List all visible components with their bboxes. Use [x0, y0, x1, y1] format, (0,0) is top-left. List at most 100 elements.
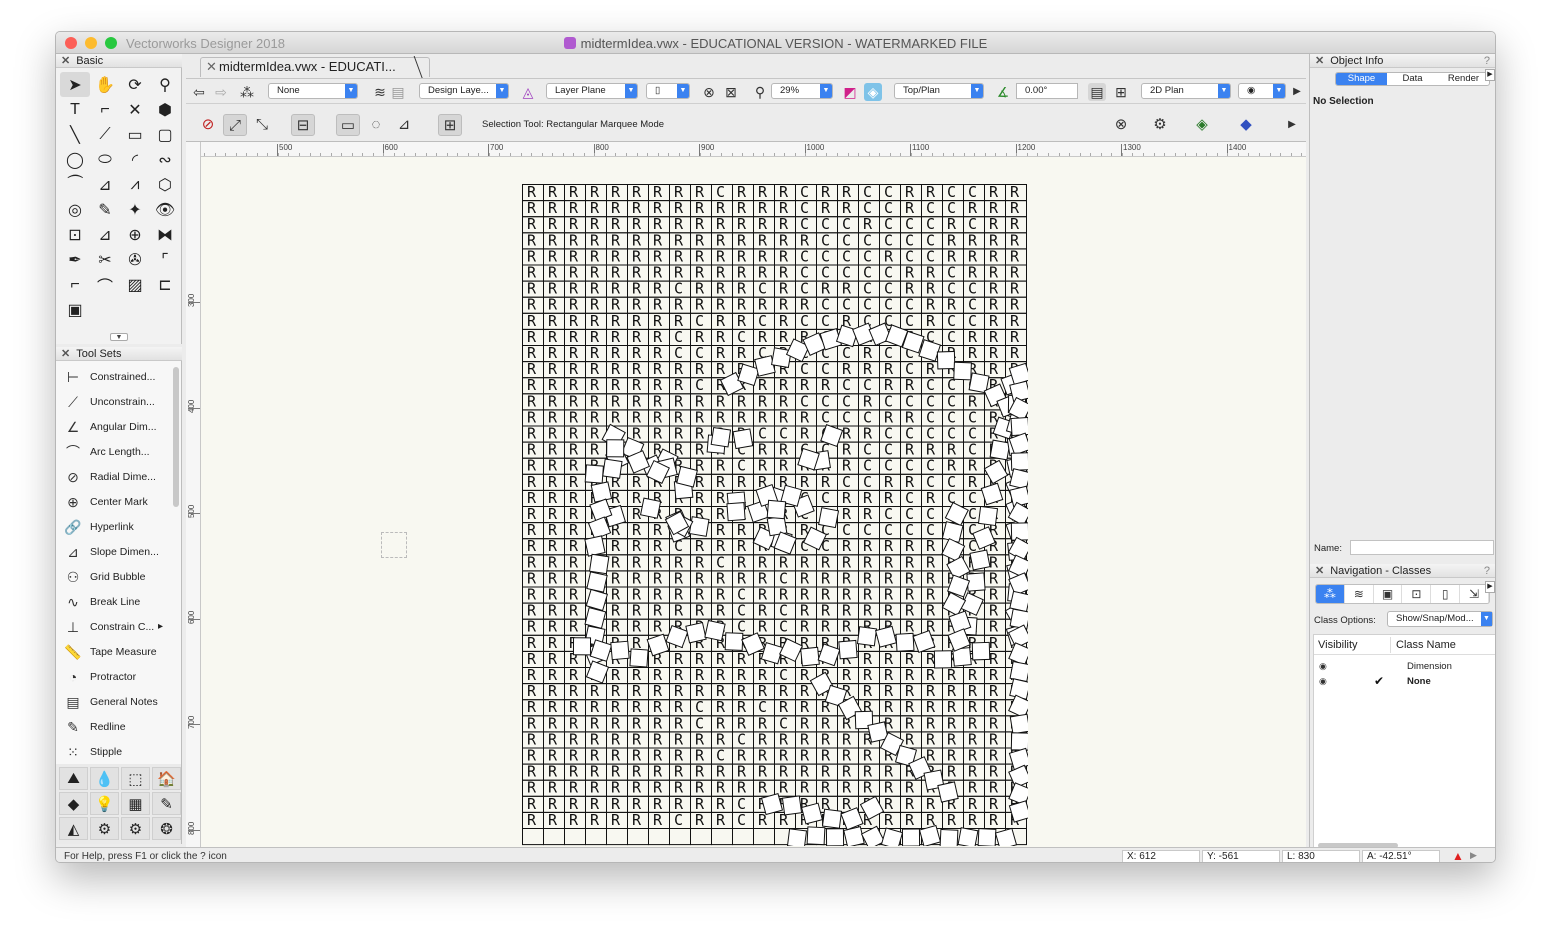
fit-to-objects-icon[interactable]: ⊗: [700, 83, 718, 101]
reshape-tool-icon[interactable]: ✒: [60, 247, 90, 272]
active-class-select[interactable]: None ▼: [268, 83, 358, 99]
rectangle-tool-icon[interactable]: ▭: [120, 122, 150, 147]
angle-input[interactable]: 0.00°: [1016, 83, 1078, 99]
offset-tool-icon[interactable]: ⊏: [150, 272, 180, 297]
landscape-set-icon[interactable]: 💧: [90, 767, 119, 790]
top-ruler[interactable]: 500 600 700 800 900 1000 1100 1200 1300 1400: [201, 142, 1306, 157]
snap-settings-icon[interactable]: ⊗: [1109, 114, 1133, 136]
x-coordinate-field[interactable]: X: 612: [1122, 850, 1200, 862]
plane-select[interactable]: Layer Plane ▼: [546, 83, 638, 99]
push-pull-tool-icon[interactable]: ⬢: [150, 97, 180, 122]
flyover-tool-icon[interactable]: ⟳: [120, 72, 150, 97]
tool-sets-scrollbar[interactable]: [173, 367, 179, 507]
building-shell-set-icon[interactable]: ⬚: [121, 767, 150, 790]
class-options-select[interactable]: Show/Snap/Mod... ▼: [1387, 611, 1493, 627]
tool-sets-header[interactable]: ✕ Tool Sets: [56, 347, 182, 361]
length-field[interactable]: L: 830: [1282, 850, 1360, 862]
layers-icon[interactable]: ≋: [371, 83, 389, 101]
gear-icon[interactable]: ⚙: [1148, 114, 1172, 136]
projection-icon[interactable]: ⊞: [1112, 83, 1130, 101]
spiral-tool-icon[interactable]: ◎: [60, 197, 90, 222]
expand-arrow-icon[interactable]: ▶: [1280, 114, 1304, 136]
sheet-layers-mode-icon[interactable]: ▣: [1374, 585, 1403, 603]
rounded-rectangle-tool-icon[interactable]: ▢: [150, 122, 180, 147]
rotate-tool-icon[interactable]: ⊕: [120, 222, 150, 247]
close-tab-icon[interactable]: ✕: [206, 58, 217, 76]
callout-tool-icon[interactable]: ⌐: [90, 97, 120, 122]
selection-preferences-icon[interactable]: ⊞: [438, 114, 462, 136]
circle-tool-icon[interactable]: ◯: [60, 147, 90, 172]
left-ruler[interactable]: 300 400 500 600 700 800: [186, 142, 201, 847]
chamfer-tool-icon[interactable]: ⌒: [90, 272, 120, 297]
tool-arc-length[interactable]: ⌒ Arc Length...: [62, 440, 174, 464]
close-palette-icon[interactable]: ✕: [1315, 55, 1324, 67]
cloud-icon[interactable]: ◆: [1234, 114, 1258, 136]
tool-redline[interactable]: ✎ Redline: [62, 715, 174, 739]
expand-arrow-icon[interactable]: ▶: [1470, 850, 1477, 861]
classes-mode-icon[interactable]: ⁂: [1316, 585, 1345, 603]
class-name-column-header[interactable]: Class Name: [1396, 635, 1456, 655]
flip-view-icon[interactable]: ◩: [841, 83, 859, 101]
machine-design-set-icon[interactable]: ⚙: [90, 817, 119, 840]
disable-interactive-scaling-icon[interactable]: ⊘: [196, 114, 220, 136]
detailing-set-icon[interactable]: 🏠: [152, 767, 181, 790]
tab-data[interactable]: Data: [1387, 73, 1438, 85]
back-arrow-icon[interactable]: ⇦: [190, 83, 208, 101]
rectangular-marquee-icon[interactable]: ▭: [336, 114, 360, 136]
split-tool-icon[interactable]: ✇: [120, 247, 150, 272]
alert-bell-icon[interactable]: ▲: [1452, 849, 1464, 862]
eye-icon[interactable]: ◉: [1319, 659, 1327, 674]
tool-slope-dimen[interactable]: ⊿ Slope Dimen...: [62, 540, 174, 564]
polygon-tool-icon[interactable]: ⊿: [90, 172, 120, 197]
object-info-header[interactable]: ✕ Object Info?: [1310, 54, 1495, 68]
render-select[interactable]: 2D Plan ▼: [1141, 83, 1231, 99]
double-line-tool-icon[interactable]: ⟋: [90, 122, 120, 147]
class-row[interactable]: ◉ Dimension: [1314, 659, 1495, 674]
tool-break-line[interactable]: ∿ Break Line: [62, 590, 174, 614]
title-bar[interactable]: Vectorworks Designer 2018 midtermIdea.vw…: [56, 32, 1495, 54]
tool-hyperlink[interactable]: 🔗 Hyperlink: [62, 515, 174, 539]
tool-constrained[interactable]: ⊢ Constrained...: [62, 365, 174, 389]
tool-radial-dime[interactable]: ⊘ Radial Dime...: [62, 465, 174, 489]
fasteners-set-icon[interactable]: ⚙: [121, 817, 150, 840]
single-object-scaling-icon[interactable]: ⤡: [250, 114, 274, 136]
render-mode-icon[interactable]: ▤: [1088, 83, 1106, 101]
eye-icon[interactable]: ◉: [1319, 674, 1327, 689]
zoom-extents-icon[interactable]: ⊠: [722, 83, 740, 101]
eyedropper-tool-icon[interactable]: ✎: [90, 197, 120, 222]
attribute-mapping-tool-icon[interactable]: ⊿: [90, 222, 120, 247]
chevron-down-icon[interactable]: ▼: [110, 333, 128, 341]
arc-tool-icon[interactable]: ◜: [120, 147, 150, 172]
top-plan-view-icon[interactable]: ◈: [864, 83, 882, 101]
3d-modeling-set-icon[interactable]: ◭: [59, 817, 88, 840]
visibility-tool-icon[interactable]: 👁: [150, 197, 180, 222]
pan-tool-icon[interactable]: ✋: [90, 72, 120, 97]
tool-grid-bubble[interactable]: ⚇ Grid Bubble: [62, 565, 174, 589]
standard-view-select[interactable]: Top/Plan ▼: [894, 83, 984, 99]
submenu-arrow-icon[interactable]: ▸: [158, 621, 163, 632]
angle-icon[interactable]: ∡: [994, 83, 1012, 101]
tool-stipple[interactable]: ⁙ Stipple: [62, 740, 174, 764]
clip-tool-icon[interactable]: ▣: [60, 297, 90, 322]
tab-render[interactable]: Render: [1438, 73, 1489, 85]
text-tool-icon[interactable]: T: [60, 97, 90, 122]
site-planning-set-icon[interactable]: ⛰: [59, 767, 88, 790]
lasso-marquee-icon[interactable]: ◌: [364, 114, 388, 136]
basic-palette-header[interactable]: ✕ Basic: [56, 54, 182, 68]
mirror-tool-icon[interactable]: ⧓: [150, 222, 180, 247]
forward-arrow-icon[interactable]: ⇨: [212, 83, 230, 101]
visibility-column-header[interactable]: Visibility: [1318, 635, 1358, 655]
resize-tool-icon[interactable]: ⊡: [60, 222, 90, 247]
polyline-tool-icon[interactable]: ⏜: [60, 172, 90, 197]
class-icon[interactable]: ⁂: [238, 83, 256, 101]
eraser-tool-icon[interactable]: ▨: [120, 272, 150, 297]
layer-options-icon[interactable]: ▤: [389, 83, 407, 101]
close-palette-icon[interactable]: ✕: [61, 348, 70, 360]
zoom-select[interactable]: 29% ▼: [771, 83, 833, 99]
transform-mode-icon[interactable]: ⊟: [291, 114, 315, 136]
name-field[interactable]: [1350, 540, 1494, 555]
layers-mode-icon[interactable]: ≋: [1345, 585, 1374, 603]
drawing-canvas[interactable]: RRRRRRRRRCRRRCRRCCRRCCRRRRRRRRRRRRRRRCRR…: [201, 157, 1306, 847]
tool-angular-dim[interactable]: ∠ Angular Dim...: [62, 415, 174, 439]
tool-center-mark[interactable]: ⊕ Center Mark: [62, 490, 174, 514]
